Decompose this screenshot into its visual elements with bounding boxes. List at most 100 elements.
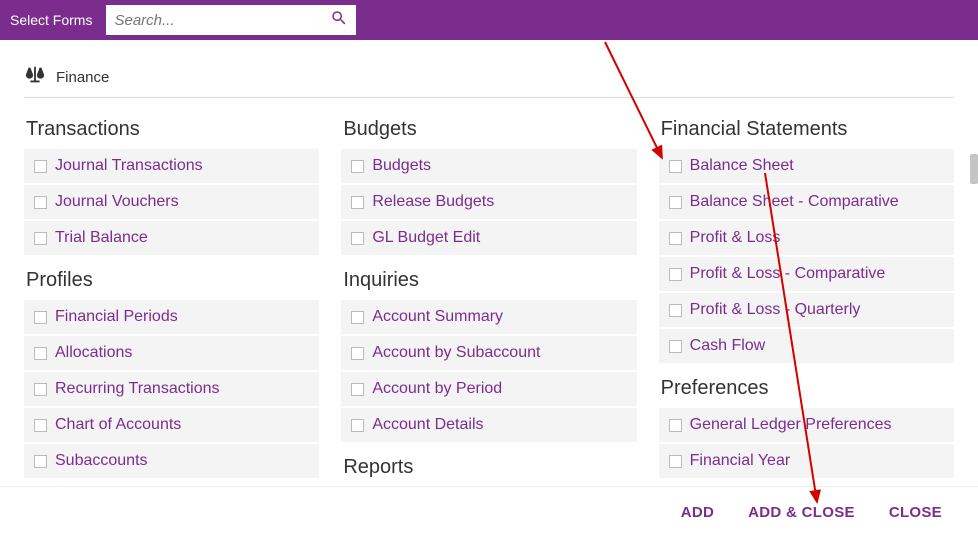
list-item-label: Cash Flow [690,337,766,355]
list-item-label: Profit & Loss - Comparative [690,265,886,283]
checkbox-icon[interactable] [669,455,682,468]
close-button[interactable]: CLOSE [889,504,942,521]
group: Inquiries Account Summary Account by Subac… [341,263,636,442]
column: Transactions Journal Transactions Journal … [24,112,319,486]
checkbox-icon[interactable] [34,196,47,209]
group-header: Financial Statements [659,112,954,149]
list-item[interactable]: Release Budgets [341,185,636,219]
list-item[interactable]: Subaccounts [24,444,319,478]
checkbox-icon[interactable] [34,311,47,324]
list-item[interactable]: Journal Transactions [24,149,319,183]
group: Preferences General Ledger Preferences Fin… [659,371,954,478]
list-item-label: Recurring Transactions [55,380,220,398]
list-item-label: Trial Balance [55,229,148,247]
group: Transactions Journal Transactions Journal … [24,112,319,255]
group: Reports [341,450,636,486]
title-bar-label: Select Forms [10,12,92,28]
checkbox-icon[interactable] [351,347,364,360]
footer: ADD ADD & CLOSE CLOSE [0,486,978,538]
checkbox-icon[interactable] [34,232,47,245]
list-item[interactable]: Balance Sheet - Comparative [659,185,954,219]
checkbox-icon[interactable] [669,160,682,173]
checkbox-icon[interactable] [351,383,364,396]
content-area: Finance Transactions Journal Transactions… [0,40,978,486]
list-item-label: Account Summary [372,308,503,326]
list-item-label: Allocations [55,344,132,362]
list-item-label: Financial Year [690,452,791,470]
list-item[interactable]: Financial Year [659,444,954,478]
checkbox-icon[interactable] [669,268,682,281]
group: Budgets Budgets Release Budgets GL Budget E… [341,112,636,255]
checkbox-icon[interactable] [351,419,364,432]
list-item[interactable]: Balance Sheet [659,149,954,183]
list-item-label: Account by Period [372,380,502,398]
checkbox-icon[interactable] [351,196,364,209]
checkbox-icon[interactable] [34,383,47,396]
scale-icon [24,64,46,91]
list-item[interactable]: Chart of Accounts [24,408,319,442]
group-header: Preferences [659,371,954,408]
list-item-label: Balance Sheet [690,157,794,175]
group: Profiles Financial Periods Allocations Recu… [24,263,319,478]
section-title: Finance [56,69,109,86]
list-item[interactable]: Profit & Loss - Comparative [659,257,954,291]
list-item-label: Profit & Loss - Quarterly [690,301,861,319]
list-item-label: GL Budget Edit [372,229,480,247]
checkbox-icon[interactable] [669,340,682,353]
search-box[interactable] [106,5,356,35]
list-item[interactable]: Cash Flow [659,329,954,363]
list-item[interactable]: Allocations [24,336,319,370]
list-item-label: Account Details [372,416,483,434]
add-and-close-button[interactable]: ADD & CLOSE [748,504,855,521]
columns: Transactions Journal Transactions Journal … [24,112,954,486]
section-header: Finance [24,64,954,98]
list-item-label: Balance Sheet - Comparative [690,193,899,211]
group-header: Transactions [24,112,319,149]
column: Financial Statements Balance Sheet Balance… [659,112,954,486]
list-item[interactable]: Account Details [341,408,636,442]
list-item-label: Release Budgets [372,193,494,211]
list-item[interactable]: General Ledger Preferences [659,408,954,442]
list-item[interactable]: GL Budget Edit [341,221,636,255]
list-item[interactable]: Profit & Loss [659,221,954,255]
list-item-label: Account by Subaccount [372,344,540,362]
list-item[interactable]: Journal Vouchers [24,185,319,219]
list-item-label: Profit & Loss [690,229,781,247]
checkbox-icon[interactable] [351,232,364,245]
list-item-label: General Ledger Preferences [690,416,892,434]
checkbox-icon[interactable] [351,311,364,324]
scrollbar-track[interactable] [968,44,978,484]
scrollbar-thumb[interactable] [970,154,978,184]
add-button[interactable]: ADD [681,504,714,521]
list-item[interactable]: Account by Subaccount [341,336,636,370]
list-item[interactable]: Recurring Transactions [24,372,319,406]
search-icon[interactable] [330,9,348,32]
list-item-label: Journal Transactions [55,157,203,175]
checkbox-icon[interactable] [669,196,682,209]
list-item[interactable]: Profit & Loss - Quarterly [659,293,954,327]
checkbox-icon[interactable] [34,160,47,173]
checkbox-icon[interactable] [34,347,47,360]
checkbox-icon[interactable] [34,419,47,432]
list-item-label: Subaccounts [55,452,148,470]
list-item[interactable]: Financial Periods [24,300,319,334]
checkbox-icon[interactable] [351,160,364,173]
column: Budgets Budgets Release Budgets GL Budget E… [341,112,636,486]
checkbox-icon[interactable] [669,419,682,432]
group-header: Reports [341,450,636,486]
list-item-label: Chart of Accounts [55,416,181,434]
group: Financial Statements Balance Sheet Balance… [659,112,954,363]
list-item-label: Financial Periods [55,308,178,326]
list-item[interactable]: Account by Period [341,372,636,406]
checkbox-icon[interactable] [34,455,47,468]
checkbox-icon[interactable] [669,304,682,317]
list-item[interactable]: Budgets [341,149,636,183]
search-input[interactable] [114,12,330,29]
list-item[interactable]: Trial Balance [24,221,319,255]
group-header: Profiles [24,263,319,300]
group-header: Budgets [341,112,636,149]
group-header: Inquiries [341,263,636,300]
checkbox-icon[interactable] [669,232,682,245]
list-item[interactable]: Account Summary [341,300,636,334]
list-item-label: Budgets [372,157,431,175]
